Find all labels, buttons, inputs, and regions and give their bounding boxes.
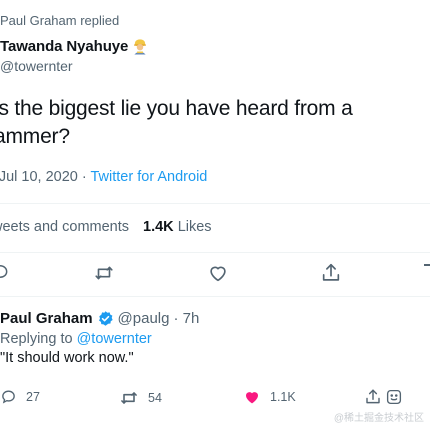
tweet-author[interactable]: Tawanda Nyahuye (0, 36, 149, 56)
replying-to-line: Replying to @towernter (0, 331, 430, 347)
tweet-meta: · Jul 10, 2020 · Twitter for Android (0, 169, 207, 185)
reply-header: Paul Graham @paulg · 7h (0, 310, 430, 327)
replying-to-handle[interactable]: @towernter (77, 331, 152, 347)
replying-to-prefix: Replying to (0, 331, 73, 347)
smiley-icon (385, 388, 403, 406)
reply-author-handle[interactable]: @paulg (118, 310, 170, 327)
reply-icon (0, 388, 17, 405)
share-icon (364, 388, 382, 406)
divider (0, 252, 430, 253)
verified-badge-icon (97, 310, 114, 327)
retweet-count: 54 (148, 391, 162, 405)
tweet-action-bar (0, 262, 430, 288)
reply-icon[interactable] (0, 262, 10, 282)
overflow-icon[interactable] (424, 264, 430, 266)
reply-author-name[interactable]: Paul Graham (0, 310, 93, 327)
reply-retweet-button[interactable]: 54 (119, 388, 162, 408)
retweets-comments-label[interactable]: weets and comments (0, 219, 129, 235)
reply-like-button[interactable]: 1.1K (243, 388, 296, 406)
reply-time[interactable]: · 7h (173, 310, 199, 327)
reply-react-button[interactable] (385, 388, 403, 406)
reply-tweet[interactable]: Paul Graham @paulg · 7h Replying to @tow… (0, 310, 430, 366)
reply-text: "It should work now." (0, 350, 134, 366)
divider (0, 296, 430, 297)
reply-reply-button[interactable]: 27 (0, 388, 40, 405)
watermark-text: @稀土掘金技术社区 (333, 413, 424, 424)
tweet-source[interactable]: Twitter for Android (91, 169, 208, 185)
share-icon[interactable] (320, 262, 342, 284)
tweet-date[interactable]: · Jul 10, 2020 · (0, 169, 91, 185)
retweet-icon[interactable] (93, 262, 115, 284)
watermark: @稀土掘金技术社区 (334, 409, 424, 424)
like-count: 1.1K (270, 390, 296, 404)
tweet-stats[interactable]: weets and comments 1.4K Likes (0, 219, 212, 235)
retweet-icon (119, 388, 139, 408)
construction-worker-emoji-icon (131, 37, 149, 55)
tweet-text-line: ammer? (0, 125, 70, 148)
reply-notice: Paul Graham replied (0, 13, 120, 28)
author-name[interactable]: Tawanda Nyahuye (0, 38, 128, 55)
liked-heart-icon (243, 388, 261, 406)
like-icon[interactable] (207, 262, 229, 284)
likes-stat[interactable]: 1.4K Likes (143, 219, 212, 235)
tweet-text: is the biggest lie you have heard from a… (0, 95, 430, 151)
reply-count: 27 (26, 389, 40, 404)
reply-action-bar: 27 54 1.1K (0, 388, 430, 410)
tweet-text-line: is the biggest lie you have heard from a (0, 97, 353, 120)
author-handle[interactable]: @towernter (0, 58, 73, 74)
reply-share-button[interactable] (364, 388, 382, 406)
likes-label: Likes (177, 219, 212, 235)
divider (0, 203, 430, 204)
likes-count: 1.4K (143, 219, 174, 235)
